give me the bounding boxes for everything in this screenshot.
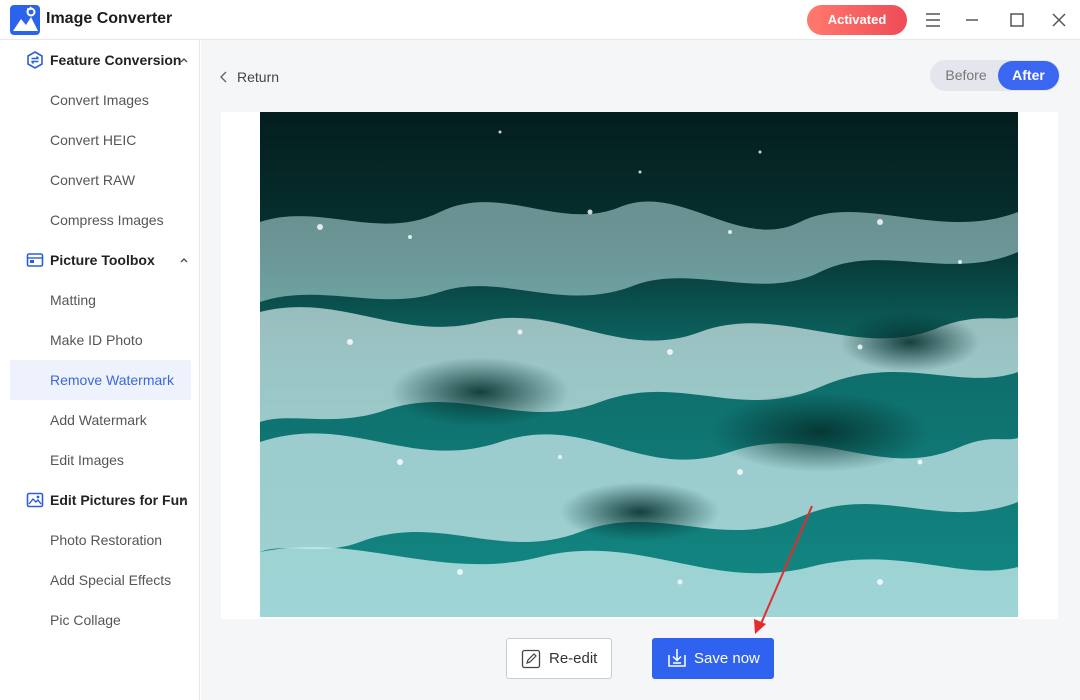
save-now-button[interactable]: Save now — [652, 638, 774, 679]
return-label: Return — [237, 69, 280, 85]
group-picture-toolbox[interactable]: Picture Toolbox — [0, 240, 200, 280]
chevron-up-icon[interactable] — [178, 54, 190, 66]
hamburger-menu-icon[interactable] — [923, 10, 943, 30]
title-bar: Image Converter Activated — [0, 0, 1080, 40]
chevron-up-icon[interactable] — [178, 254, 190, 266]
sidebar-item-edit-images[interactable]: Edit Images — [10, 440, 191, 480]
before-after-toggle: Before After — [930, 60, 1060, 91]
app-title: Image Converter — [46, 10, 173, 27]
edit-icon — [521, 649, 541, 669]
sidebar-item-make-id-photo[interactable]: Make ID Photo — [10, 320, 191, 360]
image-canvas — [221, 112, 1058, 619]
activated-button[interactable]: Activated — [807, 5, 907, 35]
sidebar-item-matting[interactable]: Matting — [10, 280, 191, 320]
group-label: Feature Conversion — [50, 52, 182, 68]
sidebar-item-add-watermark[interactable]: Add Watermark — [10, 400, 191, 440]
sidebar-item-compress-images[interactable]: Compress Images — [10, 200, 191, 240]
main-panel: Return Before After Re-edit Save now — [201, 40, 1080, 700]
group-label: Picture Toolbox — [50, 252, 155, 268]
group-edit-pictures-for-fun[interactable]: Edit Pictures for Fun — [0, 480, 200, 520]
maximize-icon[interactable] — [1007, 10, 1027, 30]
reedit-label: Re-edit — [549, 650, 598, 667]
save-now-label: Save now — [694, 650, 760, 667]
picture-icon — [26, 491, 44, 509]
group-feature-conversion[interactable]: Feature Conversion — [0, 40, 200, 80]
sidebar-item-convert-images[interactable]: Convert Images — [10, 80, 191, 120]
chevron-left-icon — [218, 70, 230, 84]
chevron-up-icon[interactable] — [178, 494, 190, 506]
group-label: Edit Pictures for Fun — [50, 492, 188, 508]
reedit-button[interactable]: Re-edit — [506, 638, 612, 679]
toggle-before[interactable]: Before — [936, 60, 996, 91]
sidebar-item-photo-restoration[interactable]: Photo Restoration — [10, 520, 191, 560]
toggle-after[interactable]: After — [998, 61, 1059, 90]
sidebar-item-convert-heic[interactable]: Convert HEIC — [10, 120, 191, 160]
sidebar: Feature Conversion Convert Images Conver… — [0, 40, 200, 700]
minimize-icon[interactable] — [962, 10, 982, 30]
sidebar-item-remove-watermark[interactable]: Remove Watermark — [10, 360, 191, 400]
sidebar-item-pic-collage[interactable]: Pic Collage — [10, 600, 191, 640]
app-logo-icon — [10, 5, 40, 35]
close-icon[interactable] — [1049, 10, 1069, 30]
convert-icon — [26, 51, 44, 69]
download-icon — [666, 647, 688, 669]
ocean-waves-photo — [260, 112, 1018, 617]
toolbox-icon — [26, 251, 44, 269]
sidebar-item-convert-raw[interactable]: Convert RAW — [10, 160, 191, 200]
sidebar-item-add-special-effects[interactable]: Add Special Effects — [10, 560, 191, 600]
